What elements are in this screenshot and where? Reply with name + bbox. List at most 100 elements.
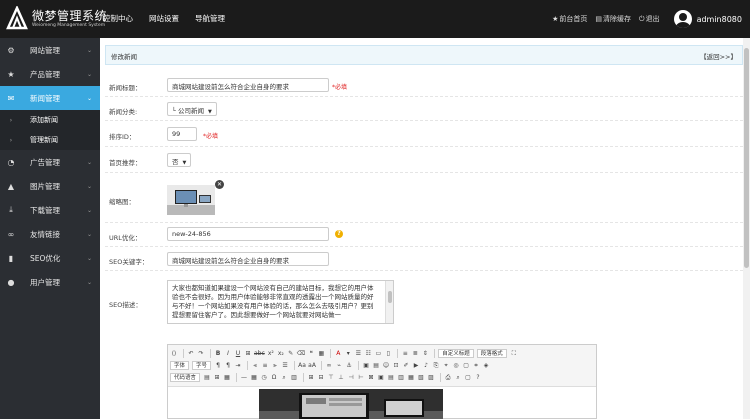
description-textarea[interactable]: 大家也都知道如果建设一个网站没有自己的建站目标，我想它的用户体验也不会很好。因为… <box>167 280 394 324</box>
split-cells-icon[interactable]: ▦ <box>407 373 415 382</box>
insert-col-icon[interactable]: ⊣ <box>347 373 355 382</box>
sidebar-item-pictures[interactable]: ▲ 图片管理 ⌄ <box>0 174 100 198</box>
insert-row-after-icon[interactable]: ⊥ <box>337 373 345 382</box>
background-icon[interactable]: ▦ <box>223 373 231 382</box>
row-spacing-top-icon[interactable]: ≡ <box>401 349 409 358</box>
align-justify-icon[interactable]: ☰ <box>281 361 289 370</box>
video-icon[interactable]: ▶ <box>412 361 420 370</box>
insert-code-icon[interactable]: ⌗ <box>472 361 480 370</box>
sidebar-item-seo[interactable]: ▮ SEO优化 ⌄ <box>0 246 100 270</box>
page-break-icon[interactable]: ▤ <box>203 373 211 382</box>
sidebar-item-links[interactable]: ∞ 友情链接 ⌄ <box>0 222 100 246</box>
keywords-input[interactable]: 商城网站建设前怎么符合企业自身的要求 <box>167 252 329 266</box>
screenshot-icon[interactable]: ⊡ <box>392 361 400 370</box>
time-icon[interactable]: ◷ <box>260 373 268 382</box>
italic-icon[interactable]: I <box>224 349 232 358</box>
line-height-icon[interactable]: ⇕ <box>421 349 429 358</box>
align-left-icon[interactable]: ⫷ <box>251 361 259 370</box>
sidebar-item-site[interactable]: ⚙ 网站管理 ⌄ <box>0 38 100 62</box>
sidebar-item-users[interactable]: ● 用户管理 ⌄ <box>0 270 100 294</box>
select-all-icon[interactable]: ▭ <box>374 349 382 358</box>
help-icon[interactable]: ? <box>335 230 343 238</box>
ltr-icon[interactable]: ¶ <box>214 361 222 370</box>
sidebar-subitem-manage-news[interactable]: › 管理新闻 <box>0 130 100 150</box>
subscript-icon[interactable]: x₂ <box>277 349 285 358</box>
delete-col-icon[interactable]: ⊠ <box>367 373 375 382</box>
textarea-scrollbar[interactable] <box>385 281 393 323</box>
sidebar-item-news[interactable]: ✉ 新闻管理 ⌄ <box>0 86 100 110</box>
custom-title-select[interactable]: 自定义标题 <box>438 348 474 358</box>
anchor-icon[interactable]: ⚓ <box>345 361 353 370</box>
sort-input[interactable]: 99 <box>167 127 197 141</box>
gmap-icon[interactable]: ◎ <box>452 361 460 370</box>
search-replace-icon[interactable]: ⌕ <box>280 373 288 382</box>
multi-image-icon[interactable]: ▤ <box>372 361 380 370</box>
print-icon[interactable]: ⎙ <box>444 373 452 382</box>
music-icon[interactable]: ♪ <box>422 361 430 370</box>
split-cols-icon[interactable]: ▨ <box>427 373 435 382</box>
sidebar-subitem-add-news[interactable]: › 添加新闻 <box>0 110 100 130</box>
home-select[interactable]: 否 ▼ <box>167 153 192 167</box>
rtl-icon[interactable]: ¶ <box>224 361 232 370</box>
align-right-icon[interactable]: ⫸ <box>271 361 279 370</box>
emotion-icon[interactable]: ☺ <box>382 361 390 370</box>
editor-content-image[interactable] <box>259 389 443 419</box>
url-input[interactable]: new-24-856 <box>167 227 329 241</box>
insert-frame-icon[interactable]: ▢ <box>462 361 470 370</box>
split-rows-icon[interactable]: ▧ <box>417 373 425 382</box>
ordered-list-icon[interactable]: ☰ <box>354 349 362 358</box>
format-match-icon[interactable]: ✎ <box>287 349 295 358</box>
lowercase-icon[interactable]: aA <box>308 361 316 370</box>
insert-table-icon[interactable]: ⊞ <box>307 373 315 382</box>
delete-row-icon[interactable]: ⊢ <box>357 373 365 382</box>
code-language-select[interactable]: 代码语言 <box>170 372 201 382</box>
help-icon[interactable]: ? <box>474 373 482 382</box>
logo[interactable]: 微梦管理系统 Weiomeng Management System <box>6 6 107 34</box>
category-select[interactable]: └ 公司新闻 ▼ <box>167 102 217 116</box>
bold-icon[interactable]: B <box>214 349 222 358</box>
template-icon[interactable]: ⊞ <box>213 373 221 382</box>
scrawl-icon[interactable]: ✐ <box>402 361 410 370</box>
avatar[interactable] <box>673 10 692 28</box>
horizontal-rule-icon[interactable]: — <box>240 373 248 382</box>
sidebar-item-downloads[interactable]: ⤓ 下载管理 ⌄ <box>0 198 100 222</box>
remove-thumbnail-icon[interactable]: ✕ <box>215 180 224 189</box>
username[interactable]: admin8080 <box>697 15 742 24</box>
sidebar-item-ads[interactable]: ◔ 广告管理 ⌄ <box>0 150 100 174</box>
merge-down-icon[interactable]: ▥ <box>397 373 405 382</box>
link-icon[interactable]: ∞ <box>325 361 333 370</box>
paragraph-select[interactable]: 段落格式 <box>476 348 507 358</box>
merge-right-icon[interactable]: ▤ <box>387 373 395 382</box>
logout-link[interactable]: ⏻ 退出 <box>639 14 660 24</box>
title-input[interactable]: 商城网站建设前怎么符合企业自身的要求 <box>167 78 329 92</box>
date-icon[interactable]: ▦ <box>250 373 258 382</box>
underline-icon[interactable]: U <box>234 349 242 358</box>
clear-cache-link[interactable]: ▤ 清除缓存 <box>595 14 631 24</box>
row-spacing-bottom-icon[interactable]: ≣ <box>411 349 419 358</box>
page-scrollbar[interactable] <box>743 38 750 419</box>
back-link[interactable]: 【返回>>】 <box>700 51 737 61</box>
home-link[interactable]: ★ 前台首页 <box>552 14 587 24</box>
align-center-icon[interactable]: ≡ <box>261 361 269 370</box>
map-icon[interactable]: ⌖ <box>442 361 450 370</box>
font-size-select[interactable]: 字号 <box>192 360 212 370</box>
wordimage-icon[interactable]: ▥ <box>290 373 298 382</box>
paste-plain-icon[interactable]: ▦ <box>317 349 325 358</box>
clear-doc-icon[interactable]: ▯ <box>384 349 392 358</box>
thumbnail-image[interactable] <box>167 185 215 215</box>
source-icon[interactable]: ⟨⟩ <box>170 349 178 358</box>
topnav-control-center[interactable]: 控制中心 <box>103 0 133 38</box>
superscript-icon[interactable]: x² <box>267 349 275 358</box>
font-family-select[interactable]: 字体 <box>170 360 190 370</box>
topnav-navigation[interactable]: 导航管理 <box>195 0 225 38</box>
eraser-icon[interactable]: ⌫ <box>297 349 305 358</box>
special-char-icon[interactable]: Ω <box>270 373 278 382</box>
topnav-site-settings[interactable]: 网站设置 <box>149 0 179 38</box>
redo-icon[interactable]: ↷ <box>197 349 205 358</box>
indent-icon[interactable]: ⇥ <box>234 361 242 370</box>
merge-cells-icon[interactable]: ▣ <box>377 373 385 382</box>
font-color-icon[interactable]: A <box>334 349 342 358</box>
uppercase-icon[interactable]: Aa <box>298 361 306 370</box>
quote-icon[interactable]: ❝ <box>307 349 315 358</box>
delete-table-icon[interactable]: ⊟ <box>317 373 325 382</box>
